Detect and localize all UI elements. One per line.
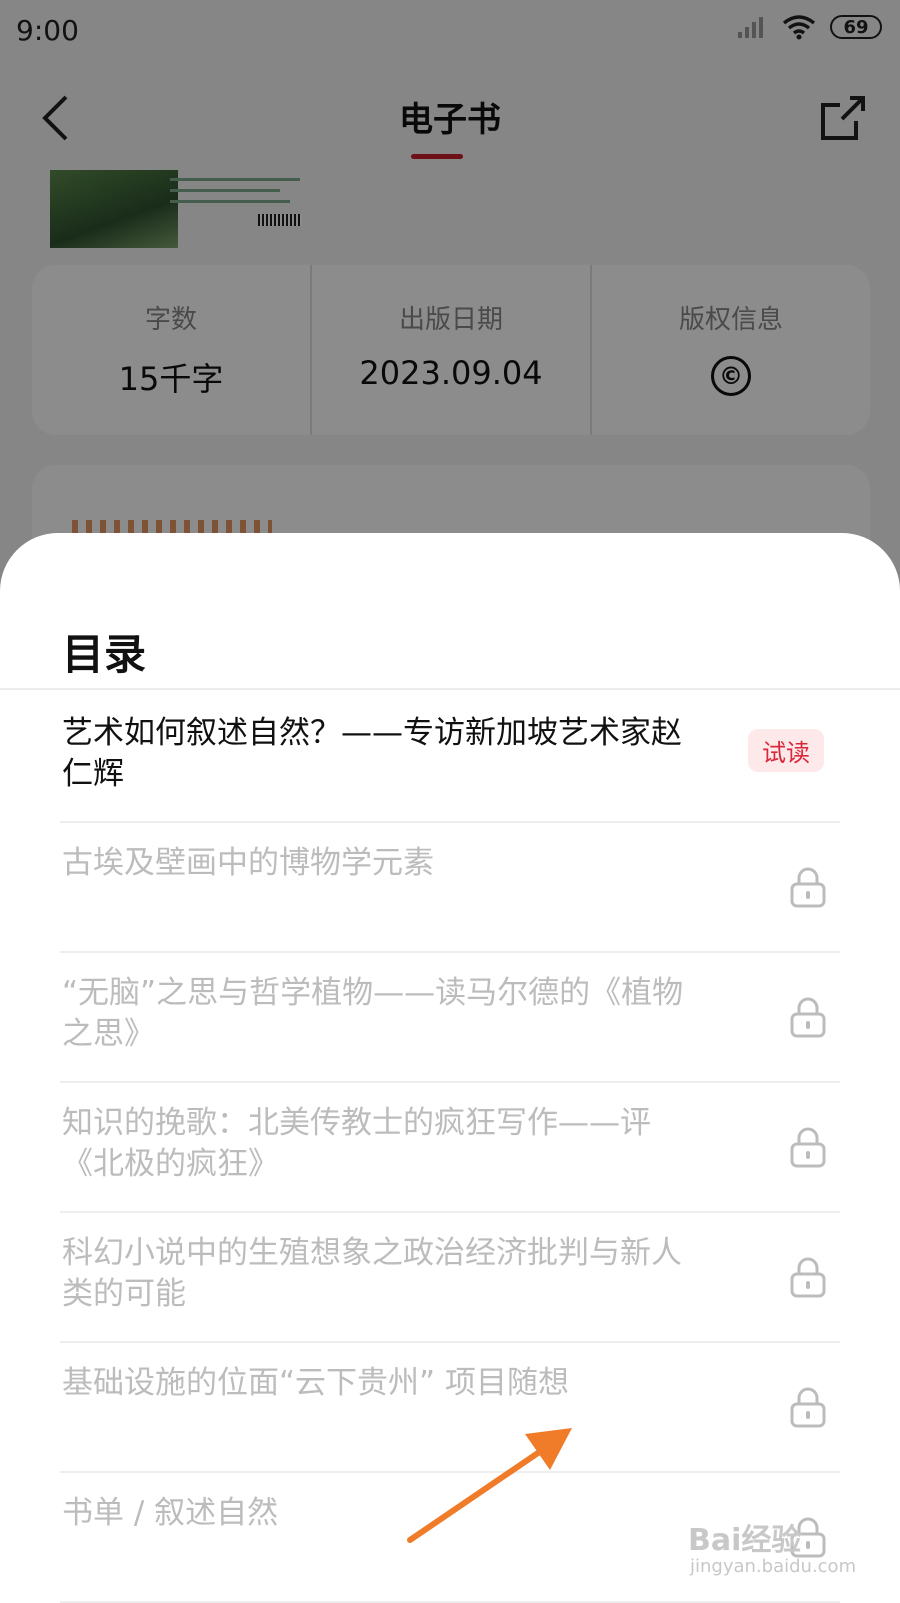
lock-icon bbox=[790, 867, 826, 908]
toc-item-title: 书单 / 叙述自然 bbox=[62, 1495, 279, 1531]
toc-item-title: 科幻小说中的生殖想象之政治经济批判与新人类的可能 bbox=[62, 1235, 682, 1312]
toc-item-title: 基础设施的位面“云下贵州” 项目随想 bbox=[62, 1365, 569, 1401]
toc-item[interactable]: 知识的挽歌：北美传教士的疯狂写作——评《北极的疯狂》 bbox=[60, 1083, 840, 1213]
lock-icon bbox=[790, 1257, 826, 1298]
toc-item[interactable]: “无脑”之思与哲学植物——读马尔德的《植物之思》 bbox=[60, 953, 840, 1083]
lock-icon bbox=[790, 1387, 826, 1428]
toc-item-title: 知识的挽歌：北美传教士的疯狂写作——评《北极的疯狂》 bbox=[62, 1105, 651, 1182]
toc-item[interactable]: 古埃及壁画中的博物学元素 bbox=[60, 823, 840, 953]
toc-title: 目录 bbox=[62, 630, 147, 679]
toc-item-title: 古埃及壁画中的博物学元素 bbox=[62, 845, 434, 881]
divider bbox=[0, 688, 900, 690]
annotation-arrow bbox=[407, 1428, 572, 1543]
watermark-url: jingyan.baidu.com bbox=[690, 1556, 857, 1577]
toc-item[interactable]: 科幻小说中的生殖想象之政治经济批判与新人类的可能 bbox=[60, 1213, 840, 1343]
toc-item-title: 艺术如何叙述自然？——专访新加坡艺术家赵仁辉 bbox=[62, 715, 682, 792]
toc-item[interactable]: 艺术如何叙述自然？——专访新加坡艺术家赵仁辉 试读 bbox=[60, 693, 840, 823]
toc-item-title: “无脑”之思与哲学植物——读马尔德的《植物之思》 bbox=[62, 975, 684, 1052]
watermark-logo: Bai经验 bbox=[688, 1523, 802, 1558]
lock-icon bbox=[790, 997, 826, 1038]
trial-read-badge: 试读 bbox=[748, 729, 824, 772]
lock-icon bbox=[790, 1127, 826, 1168]
